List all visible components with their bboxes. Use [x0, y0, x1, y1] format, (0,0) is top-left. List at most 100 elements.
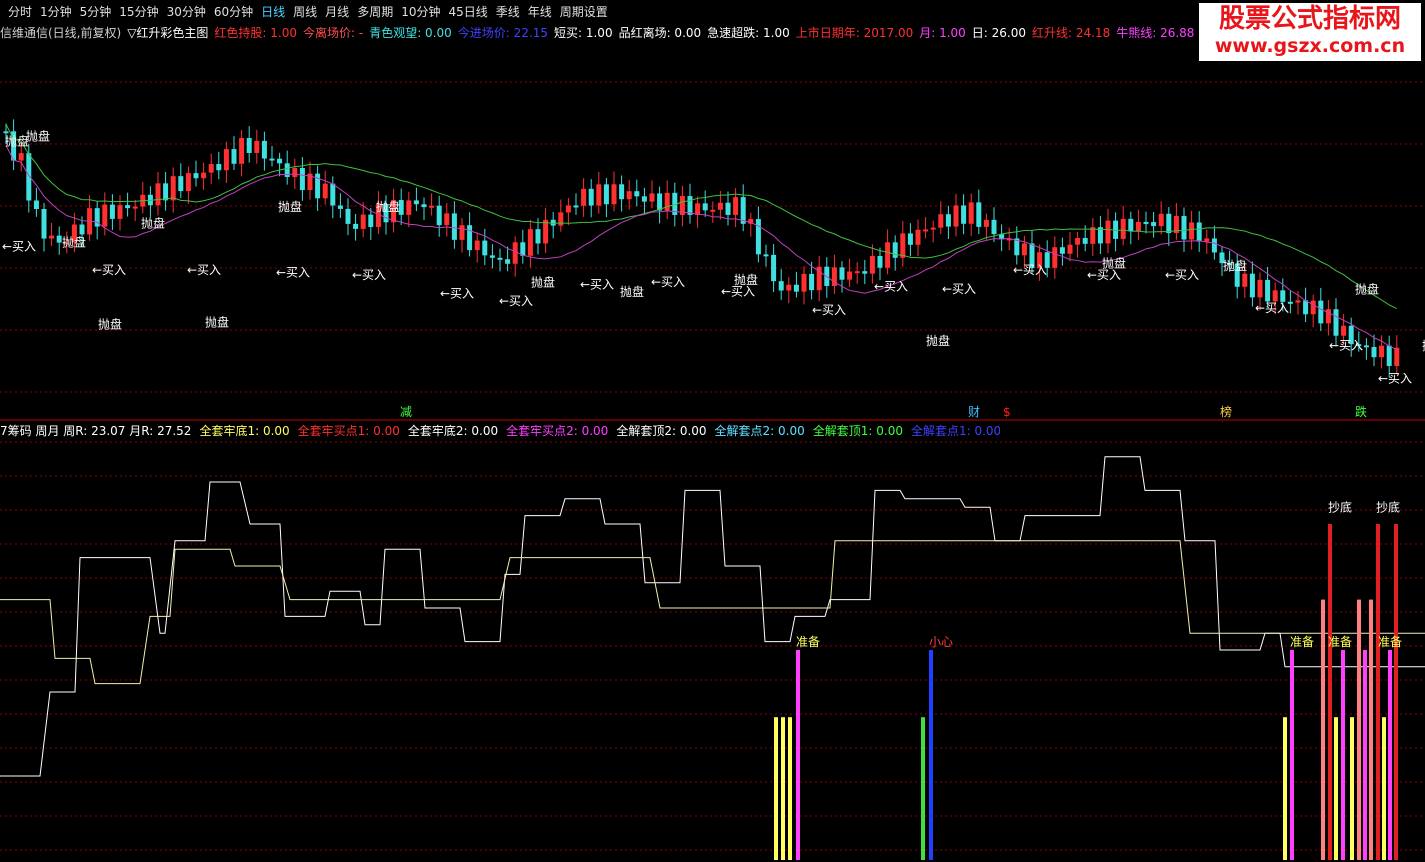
- candle: [429, 205, 435, 208]
- candle: [619, 184, 625, 200]
- histogram-bar: [1394, 524, 1398, 860]
- candle: [1318, 300, 1324, 324]
- buy-marker: ←买入: [651, 275, 685, 289]
- candle: [497, 257, 503, 260]
- sell-marker: 抛盘: [98, 317, 122, 332]
- candle: [1128, 218, 1134, 232]
- candle: [725, 202, 731, 215]
- candle: [1379, 345, 1385, 358]
- signal-label-0: 减: [400, 405, 412, 419]
- histogram-bar: [1321, 599, 1325, 860]
- buy-marker: ←买入: [2, 240, 36, 254]
- candle: [109, 204, 115, 219]
- candle: [56, 235, 62, 243]
- histogram-bar: [796, 650, 800, 860]
- candle: [322, 183, 328, 199]
- buy-marker: ←买入: [874, 280, 908, 294]
- candle: [1310, 300, 1316, 315]
- candle: [505, 259, 511, 264]
- candle: [550, 219, 556, 226]
- histogram-bar: [1382, 717, 1386, 860]
- histogram-bar: [1334, 717, 1338, 860]
- histogram-bar: [1328, 524, 1332, 860]
- candle: [702, 203, 708, 211]
- candle: [330, 183, 336, 206]
- candle: [983, 219, 989, 227]
- candle: [717, 202, 723, 210]
- candle: [839, 267, 845, 280]
- histogram-bar: [1350, 717, 1354, 860]
- candle: [1333, 309, 1339, 336]
- candle: [201, 172, 207, 179]
- sell-marker: 抛盘: [278, 199, 302, 214]
- candle: [163, 183, 169, 201]
- candle: [1371, 346, 1377, 358]
- bar-label: 抄底: [1376, 499, 1400, 514]
- candle: [968, 202, 974, 224]
- candle: [1105, 220, 1111, 244]
- candle: [216, 164, 222, 171]
- buy-marker: ←买入: [1329, 338, 1363, 352]
- candle: [558, 212, 564, 226]
- candle: [778, 281, 784, 291]
- candle: [1189, 222, 1195, 240]
- candle: [223, 149, 229, 171]
- candle: [535, 229, 541, 244]
- candle: [763, 254, 769, 257]
- candle: [49, 235, 55, 239]
- site-watermark: 股票公式指标网 www.gszx.com.cn: [1199, 3, 1421, 61]
- candle: [877, 256, 883, 268]
- candle: [467, 225, 473, 251]
- buy-marker: ←买入: [440, 287, 474, 301]
- buy-marker: ←买入: [1165, 268, 1199, 282]
- candle: [1394, 347, 1400, 366]
- candle: [664, 192, 670, 211]
- candle: [1249, 273, 1255, 298]
- candle: [907, 233, 913, 245]
- candle: [847, 271, 853, 280]
- candle: [1265, 279, 1271, 302]
- candle: [1135, 221, 1141, 232]
- candle: [588, 188, 594, 206]
- candle: [208, 164, 214, 173]
- candle: [1158, 213, 1164, 227]
- watermark-title: 股票公式指标网: [1218, 4, 1401, 34]
- candle: [596, 184, 602, 206]
- sell-marker: 抛盘: [205, 314, 229, 329]
- histogram-bar: [921, 717, 925, 860]
- histogram-bar: [1290, 650, 1294, 860]
- sell-marker: 抛盘: [376, 199, 400, 214]
- candle: [1075, 237, 1081, 245]
- candle: [1272, 290, 1278, 302]
- candle: [413, 200, 419, 205]
- histogram-bar: [774, 717, 778, 860]
- candle: [1257, 279, 1263, 298]
- buy-marker: ←买入: [276, 266, 310, 280]
- candle: [132, 206, 138, 209]
- candle: [102, 204, 108, 227]
- candle: [520, 242, 526, 256]
- price-chart[interactable]: 抛盘抛盘抛盘抛盘抛盘抛盘抛盘抛盘抛盘抛盘抛盘抛盘抛盘抛盘抛盘抛盘←买入←买入←买…: [0, 0, 1425, 862]
- candle: [581, 188, 587, 206]
- candle: [451, 213, 457, 240]
- candle: [277, 158, 283, 164]
- candle: [1363, 345, 1369, 348]
- candle: [915, 229, 921, 245]
- candle: [930, 227, 936, 230]
- sell-marker: 抛盘: [26, 129, 50, 144]
- candle: [337, 205, 343, 209]
- candle: [991, 219, 997, 235]
- bar-label: 准备: [1378, 635, 1402, 649]
- candle: [710, 209, 716, 212]
- candle: [1196, 222, 1202, 242]
- candle: [125, 205, 131, 209]
- candle: [246, 138, 252, 153]
- candle: [421, 204, 427, 208]
- candle: [489, 255, 495, 258]
- candle: [1151, 222, 1157, 227]
- sell-marker: 抛盘: [1223, 258, 1247, 273]
- signal-label-3: 榜: [1220, 404, 1232, 419]
- candle: [368, 214, 374, 227]
- candle: [41, 209, 47, 239]
- candle: [178, 176, 184, 192]
